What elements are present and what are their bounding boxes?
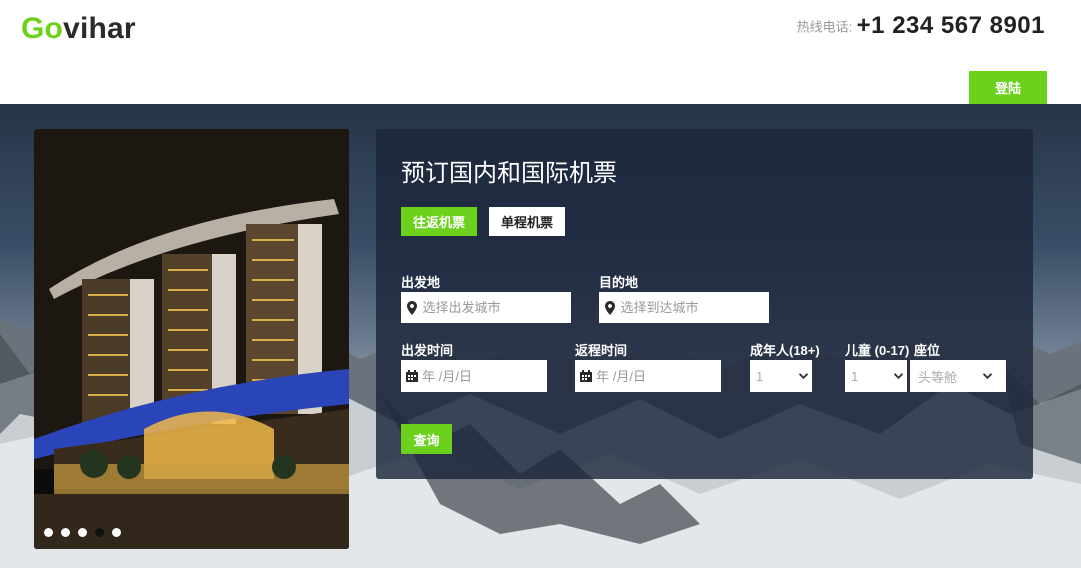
hotline: 热线电话: +1 234 567 8901	[797, 12, 1045, 40]
hotline-number: +1 234 567 8901	[856, 12, 1045, 39]
site-header: Govihar 热线电话: +1 234 567 8901 登陆	[0, 0, 1081, 104]
to-label: 目的地	[599, 275, 639, 290]
adults-value: 1	[756, 368, 764, 384]
return-label: 返程时间	[575, 343, 628, 358]
return-date-field[interactable]	[575, 360, 721, 392]
to-field[interactable]	[599, 292, 769, 323]
chevron-down-icon	[794, 373, 812, 379]
tab-round-trip[interactable]: 往返机票	[401, 207, 477, 236]
login-button[interactable]: 登陆	[969, 71, 1047, 104]
calendar-icon	[403, 370, 420, 382]
adults-select[interactable]: 1	[750, 360, 812, 392]
booking-title: 预订国内和国际机票	[401, 160, 617, 187]
class-select[interactable]: 头等舱	[910, 360, 1006, 392]
destination-photo-carousel[interactable]	[34, 129, 349, 549]
carousel-dots	[44, 528, 121, 537]
logo-vihar: vihar	[63, 12, 136, 45]
map-marker-icon	[601, 300, 618, 315]
chevron-down-icon	[978, 373, 996, 379]
from-input[interactable]	[420, 300, 571, 315]
calendar-icon	[577, 370, 594, 382]
depart-label: 出发时间	[401, 343, 454, 358]
carousel-dot[interactable]	[78, 528, 87, 537]
from-label: 出发地	[401, 275, 441, 290]
from-field[interactable]	[401, 292, 571, 323]
depart-date-input[interactable]	[420, 368, 547, 384]
children-select[interactable]: 1	[845, 360, 907, 392]
class-label: 座位	[914, 343, 941, 358]
search-button[interactable]: 查询	[401, 424, 452, 454]
class-value: 头等舱	[918, 369, 958, 385]
depart-date-field[interactable]	[401, 360, 547, 392]
adults-label: 成年人(18+)	[750, 343, 820, 358]
children-label: 儿童 (0-17)	[845, 343, 910, 358]
hotline-label: 热线电话:	[796, 19, 853, 35]
chevron-down-icon	[889, 373, 907, 379]
carousel-dot-active[interactable]	[95, 528, 104, 537]
to-input[interactable]	[618, 300, 769, 315]
map-marker-icon	[403, 300, 420, 315]
carousel-dot[interactable]	[44, 528, 53, 537]
return-date-input[interactable]	[594, 368, 721, 384]
logo[interactable]: Govihar	[21, 12, 136, 46]
tab-one-way[interactable]: 单程机票	[489, 207, 565, 236]
carousel-dot[interactable]	[61, 528, 70, 537]
flight-booking-panel: 预订国内和国际机票 往返机票 单程机票 出发地 目的地 出发时间 返程时间 成年…	[376, 129, 1033, 479]
carousel-dot[interactable]	[112, 528, 121, 537]
children-value: 1	[851, 368, 859, 384]
marina-bay-photo	[34, 129, 349, 549]
logo-go: Go	[21, 12, 64, 45]
